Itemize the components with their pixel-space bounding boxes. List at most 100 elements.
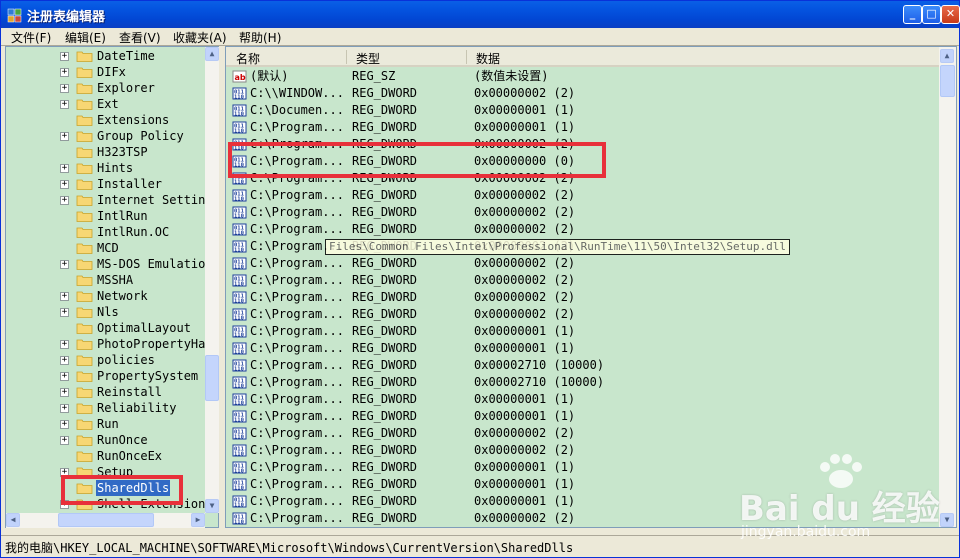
tree-node[interactable]: Extensions xyxy=(6,112,206,128)
menu-file[interactable]: 文件(F) xyxy=(11,29,51,46)
tree-node[interactable]: + Run xyxy=(6,416,206,432)
expand-plus-icon[interactable]: + xyxy=(60,84,69,93)
expand-plus-icon[interactable]: + xyxy=(60,388,69,397)
tree-hscroll-thumb[interactable] xyxy=(58,513,154,527)
tree-node[interactable]: IntlRun.OC xyxy=(6,224,206,240)
tree-node-label[interactable]: Shell Extensions xyxy=(96,496,206,512)
menu-edit[interactable]: 编辑(E) xyxy=(65,29,106,46)
tree-node-label[interactable]: Installer xyxy=(96,176,163,192)
title-bar[interactable]: 注册表编辑器 _ □ ✕ xyxy=(1,1,960,28)
tree-node-label[interactable]: Setup xyxy=(96,464,134,480)
tree-node[interactable]: + Network xyxy=(6,288,206,304)
value-row[interactable]: 011110C:\Program... REG_DWORD 0x00000002 (… xyxy=(226,204,938,221)
tree-node[interactable]: + Nls xyxy=(6,304,206,320)
expand-plus-icon[interactable]: + xyxy=(60,180,69,189)
tree-node[interactable]: + PhotoPropertyHan xyxy=(6,336,206,352)
value-row[interactable]: 011 110 C:\Program... REG_DWORD 0x00002710 (… xyxy=(226,357,938,374)
tree-node-label[interactable]: DIFx xyxy=(96,64,127,80)
expand-plus-icon[interactable]: + xyxy=(60,500,69,509)
header-type[interactable]: 类型 xyxy=(356,50,380,67)
tree-node[interactable]: + DateTime xyxy=(6,48,206,64)
tree-node-label[interactable]: DateTime xyxy=(96,48,156,64)
expand-plus-icon[interactable]: + xyxy=(60,292,69,301)
tree-node[interactable]: + Explorer xyxy=(6,80,206,96)
tree-node[interactable]: OptimalLayout xyxy=(6,320,206,336)
expand-plus-icon[interactable]: + xyxy=(60,340,69,349)
expand-plus-icon[interactable]: + xyxy=(60,196,69,205)
expand-plus-icon[interactable]: + xyxy=(60,436,69,445)
tree-node[interactable]: + Reliability xyxy=(6,400,206,416)
tree-node-label[interactable]: Network xyxy=(96,288,149,304)
tree-node[interactable]: + Shell Extensions xyxy=(6,496,206,512)
value-row[interactable]: 011 110 C:\Program... REG_DWORD 0x00000001 (… xyxy=(226,476,938,493)
scroll-down-icon[interactable]: ▼ xyxy=(940,513,954,527)
tree-node-label[interactable]: MCD xyxy=(96,240,120,256)
tree-node-label[interactable]: Reliability xyxy=(96,400,177,416)
list-vertical-scrollbar[interactable]: ▲ ▼ xyxy=(939,47,956,527)
tree-node[interactable]: + policies xyxy=(6,352,206,368)
tree-node[interactable]: H323TSP xyxy=(6,144,206,160)
tree-node-label[interactable]: Extensions xyxy=(96,112,170,128)
tree-node-label[interactable]: Nls xyxy=(96,304,120,320)
tree-node[interactable]: + Reinstall xyxy=(6,384,206,400)
value-row[interactable]: 011110C:\Program... REG_DWORD 0x00000002 (… xyxy=(226,425,938,442)
value-row[interactable]: 011110C:\Program... REG_DWORD 0x00000002 (… xyxy=(226,272,938,289)
value-row[interactable]: 011 110 C:\Program... REG_DWORD 0x00000001 (… xyxy=(226,323,938,340)
value-row[interactable]: 011 110 C:\\WINDOW... REG_DWORD 0x00000002 (… xyxy=(226,85,938,102)
scroll-up-icon[interactable]: ▲ xyxy=(940,49,954,63)
expand-plus-icon[interactable]: + xyxy=(60,308,69,317)
header-divider[interactable] xyxy=(346,50,347,64)
value-row[interactable]: 011 110 C:\Program... REG_DWORD 0x00002710 (… xyxy=(226,374,938,391)
tree-node[interactable]: SharedDlls xyxy=(6,480,206,496)
tree-scroll-thumb[interactable] xyxy=(205,355,219,401)
value-row[interactable]: 011 110 C:\Program... REG_DWORD 0x00000001 (… xyxy=(226,408,938,425)
value-row[interactable]: 011 110 C:\Program... REG_DWORD 0x00000001 (… xyxy=(226,391,938,408)
value-row[interactable]: 011 110 C:\Program... REG_DWORD 0x00000001 (… xyxy=(226,119,938,136)
tree-node-label[interactable]: MS-DOS Emulation xyxy=(96,256,206,272)
expand-plus-icon[interactable]: + xyxy=(60,164,69,173)
value-row[interactable]: 011 110 C:\Program... REG_DWORD 0x00000001 (… xyxy=(226,493,938,510)
value-row[interactable]: 011 110 C:\Program... REG_DWORD 0x00000001 (… xyxy=(226,340,938,357)
list-scroll-thumb[interactable] xyxy=(940,65,955,97)
tree-node[interactable]: + Internet Settin xyxy=(6,192,206,208)
menu-view[interactable]: 查看(V) xyxy=(119,29,161,46)
value-row[interactable]: 011110C:\Program... REG_DWORD 0x00000002 (… xyxy=(226,136,938,153)
scroll-up-icon[interactable]: ▲ xyxy=(205,47,219,61)
tree-node[interactable]: + MS-DOS Emulation xyxy=(6,256,206,272)
tree-node-label[interactable]: SharedDlls xyxy=(96,480,171,496)
expand-plus-icon[interactable]: + xyxy=(60,356,69,365)
tree-node-label[interactable]: Ext xyxy=(96,96,120,112)
tree-node-label[interactable]: RunOnce xyxy=(96,432,149,448)
tree-node-label[interactable]: Group Policy xyxy=(96,128,185,144)
menu-help[interactable]: 帮助(H) xyxy=(239,29,281,46)
tree-node[interactable]: IntlRun xyxy=(6,208,206,224)
expand-plus-icon[interactable]: + xyxy=(60,132,69,141)
value-row[interactable]: 011 110 C:\Documen... REG_DWORD 0x00000001 (… xyxy=(226,102,938,119)
value-row[interactable]: 011110C:\Program... REG_DWORD 0x00000002 (… xyxy=(226,289,938,306)
tree-node-label[interactable]: H323TSP xyxy=(96,144,149,160)
tree-node-label[interactable]: Internet Settin xyxy=(96,192,206,208)
tree-node[interactable]: MSSHA xyxy=(6,272,206,288)
value-row[interactable]: 011 110 C:\Program... REG_DWORD 0x00000000 (… xyxy=(226,153,938,170)
tree-node-label[interactable]: IntlRun xyxy=(96,208,149,224)
tree-node[interactable]: + Ext xyxy=(6,96,206,112)
header-name[interactable]: 名称 xyxy=(236,50,260,67)
tree-node-label[interactable]: OptimalLayout xyxy=(96,320,192,336)
tree-node[interactable]: MCD xyxy=(6,240,206,256)
value-row[interactable]: 011110C:\Program... REG_DWORD 0x00000002 (… xyxy=(226,187,938,204)
tree-node[interactable]: + Setup xyxy=(6,464,206,480)
minimize-button[interactable]: _ xyxy=(903,5,922,24)
value-row[interactable]: 011110C:\Program... REG_DWORD 0x00000002 (… xyxy=(226,221,938,238)
tree-node-label[interactable]: policies xyxy=(96,352,156,368)
tree-node[interactable]: + Installer xyxy=(6,176,206,192)
tree-node-label[interactable]: Run xyxy=(96,416,120,432)
tree-node[interactable]: + Hints xyxy=(6,160,206,176)
header-divider[interactable] xyxy=(466,50,467,64)
tree-node[interactable]: + RunOnce xyxy=(6,432,206,448)
value-row[interactable]: 011110C:\Program... REG_DWORD 0x00000002 (… xyxy=(226,170,938,187)
tree-node-label[interactable]: IntlRun.OC xyxy=(96,224,170,240)
value-row[interactable]: 011110C:\Program... REG_DWORD 0x00000002 (… xyxy=(226,306,938,323)
tree-node[interactable]: RunOnceEx xyxy=(6,448,206,464)
value-row[interactable]: ab (默认) REG_SZ (数值未设置) xyxy=(226,68,938,85)
tree-node-label[interactable]: PhotoPropertyHan xyxy=(96,336,206,352)
